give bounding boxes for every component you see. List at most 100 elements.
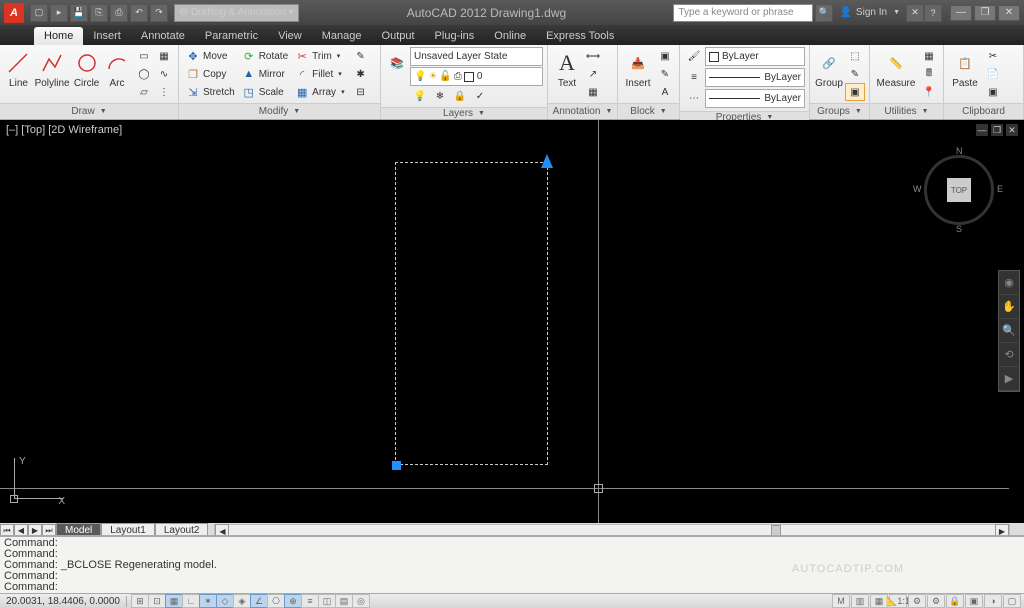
grip-arrow[interactable]: [541, 154, 553, 168]
layer-freeze-button[interactable]: ❄: [430, 87, 450, 105]
viewcube-west[interactable]: W: [913, 184, 922, 194]
table-button[interactable]: ▦: [583, 83, 603, 101]
grip-point[interactable]: [392, 461, 401, 470]
status-isolate-button[interactable]: ◑: [984, 594, 1002, 608]
panel-utilities-title[interactable]: Utilities▼: [870, 103, 943, 119]
move-button[interactable]: ✥Move: [183, 47, 238, 65]
paste-button[interactable]: 📋 Paste: [948, 47, 982, 89]
erase-button[interactable]: ✎: [351, 47, 371, 65]
nav-showmotion-button[interactable]: ▶: [999, 367, 1019, 391]
panel-layers-title[interactable]: Layers▼: [381, 107, 547, 119]
stretch-button[interactable]: ⇲Stretch: [183, 83, 238, 101]
status-snap-button[interactable]: ⊡: [148, 594, 166, 608]
nav-zoom-button[interactable]: 🔍: [999, 319, 1019, 343]
block-attr-button[interactable]: A: [655, 83, 675, 101]
linetype-dropdown[interactable]: ByLayer: [705, 89, 805, 108]
viewcube-south[interactable]: S: [956, 224, 962, 234]
status-infer-button[interactable]: ⊞: [131, 594, 149, 608]
status-3dosnap-button[interactable]: ◈: [233, 594, 251, 608]
tab-home[interactable]: Home: [34, 27, 83, 45]
layer-match-button[interactable]: ✓: [470, 87, 490, 105]
id-point-button[interactable]: 📍: [919, 83, 939, 101]
select-all-button[interactable]: ▦: [919, 47, 939, 65]
viewcube-north[interactable]: N: [956, 146, 963, 156]
exchange-icon[interactable]: ✕: [906, 4, 924, 22]
region-button[interactable]: ▱: [134, 83, 154, 101]
tab-parametric[interactable]: Parametric: [195, 27, 268, 45]
help-icon[interactable]: ?: [924, 4, 942, 22]
mirror-button[interactable]: ▲Mirror: [239, 65, 291, 83]
ungroup-button[interactable]: ⬚: [845, 47, 865, 65]
tab-plugins[interactable]: Plug-ins: [425, 27, 485, 45]
status-model-button[interactable]: M: [832, 594, 850, 608]
viewcube[interactable]: TOP N S E W: [919, 150, 999, 230]
qat-open-icon[interactable]: ▸: [50, 4, 68, 22]
viewcube-face[interactable]: TOP: [947, 178, 971, 202]
tab-online[interactable]: Online: [484, 27, 536, 45]
status-ducs-button[interactable]: ⎔: [267, 594, 285, 608]
dimension-button[interactable]: ⟷: [583, 47, 603, 65]
tab-output[interactable]: Output: [372, 27, 425, 45]
status-sc-button[interactable]: ◎: [352, 594, 370, 608]
coordinates-readout[interactable]: 20.0031, 18.4406, 0.0000: [0, 596, 127, 607]
scale-button[interactable]: ◳Scale: [239, 83, 291, 101]
group-button[interactable]: 🔗 Group: [814, 47, 844, 89]
qat-print-icon[interactable]: ⎙: [110, 4, 128, 22]
cut-button[interactable]: ✂: [983, 47, 1003, 65]
tab-annotate[interactable]: Annotate: [131, 27, 195, 45]
line-button[interactable]: Line: [4, 47, 33, 89]
close-button[interactable]: ✕: [998, 5, 1020, 21]
status-otrack-button[interactable]: ∠: [250, 594, 268, 608]
viewcube-east[interactable]: E: [997, 184, 1003, 194]
block-create-button[interactable]: ▣: [655, 47, 675, 65]
group-edit-button[interactable]: ✎: [845, 65, 865, 83]
tab-view[interactable]: View: [268, 27, 312, 45]
status-grid-button[interactable]: ▦: [165, 594, 183, 608]
status-clean-button[interactable]: ▢: [1003, 594, 1021, 608]
spline-button[interactable]: ∿: [154, 65, 174, 83]
qat-new-icon[interactable]: ▢: [30, 4, 48, 22]
status-tpy-button[interactable]: ◫: [318, 594, 336, 608]
status-ws-button[interactable]: ⚙: [927, 594, 945, 608]
fillet-button[interactable]: ◜Fillet▾: [292, 65, 347, 83]
layer-state-dropdown[interactable]: Unsaved Layer State: [410, 47, 543, 66]
status-osnap-button[interactable]: ◇: [216, 594, 234, 608]
measure-button[interactable]: 📏 Measure: [874, 47, 918, 89]
status-hardware-button[interactable]: ▣: [965, 594, 983, 608]
quickcalc-button[interactable]: 🖩: [919, 65, 939, 83]
panel-annotation-title[interactable]: Annotation▼: [548, 103, 617, 119]
status-ortho-button[interactable]: ∟: [182, 594, 200, 608]
nav-wheel-button[interactable]: ◉: [999, 271, 1019, 295]
explode-button[interactable]: ✱: [351, 65, 371, 83]
copy-button[interactable]: ❐Copy: [183, 65, 238, 83]
hatch-button[interactable]: ▦: [154, 47, 174, 65]
group-select-button[interactable]: ▣: [845, 83, 865, 101]
vp-close-button[interactable]: ✕: [1006, 124, 1018, 136]
layer-off-button[interactable]: 💡: [410, 87, 430, 105]
restore-button[interactable]: ❐: [974, 5, 996, 21]
vp-minimize-button[interactable]: —: [976, 124, 988, 136]
offset-button[interactable]: ⊟: [351, 83, 371, 101]
panel-draw-title[interactable]: Draw▼: [0, 103, 178, 119]
leader-button[interactable]: ↗: [583, 65, 603, 83]
status-qview-button[interactable]: ▥: [851, 594, 869, 608]
workspace-selector[interactable]: ⚙ Drafting & Annotation ▼: [174, 4, 299, 22]
qat-redo-icon[interactable]: ↷: [150, 4, 168, 22]
status-lock-button[interactable]: 🔒: [946, 594, 964, 608]
text-button[interactable]: A Text: [552, 47, 582, 89]
status-annoscale-button[interactable]: 📐1:1: [889, 594, 907, 608]
nav-pan-button[interactable]: ✋: [999, 295, 1019, 319]
tab-expresstools[interactable]: Express Tools: [536, 27, 624, 45]
panel-groups-title[interactable]: Groups▼: [810, 103, 869, 119]
command-prompt[interactable]: Command:: [4, 582, 1020, 593]
qat-save-icon[interactable]: 💾: [70, 4, 88, 22]
drawing-area[interactable]: [–] [Top] [2D Wireframe] — ❐ ✕ Y X TOP N…: [0, 120, 1024, 523]
status-qp-button[interactable]: ▤: [335, 594, 353, 608]
block-edit-button[interactable]: ✎: [655, 65, 675, 83]
circle-button[interactable]: Circle: [71, 47, 102, 89]
nav-orbit-button[interactable]: ⟲: [999, 343, 1019, 367]
vp-restore-button[interactable]: ❐: [991, 124, 1003, 136]
insert-button[interactable]: 📥 Insert: [622, 47, 654, 89]
help-search-input[interactable]: Type a keyword or phrase: [673, 4, 813, 22]
arc-button[interactable]: Arc: [103, 47, 131, 89]
